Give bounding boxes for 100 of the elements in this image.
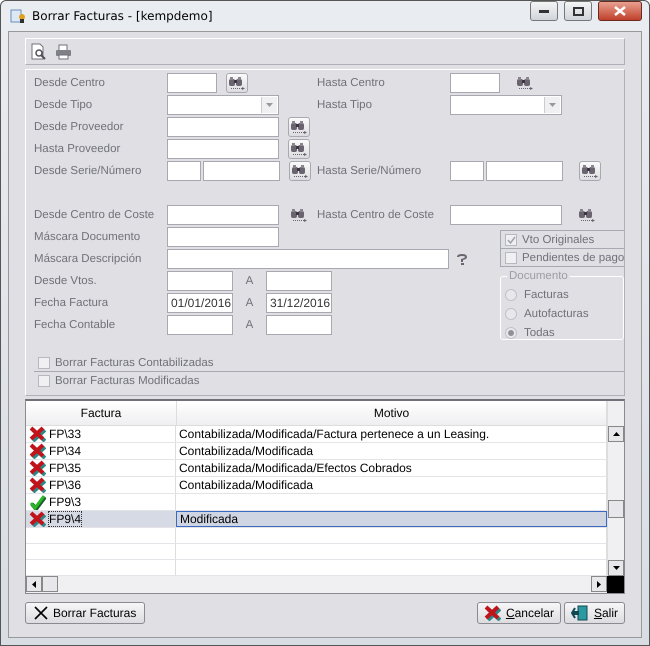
checkbox[interactable] <box>505 234 517 246</box>
cross-icon <box>29 510 46 527</box>
exit-button[interactable]: Salir <box>564 602 625 624</box>
date-field[interactable] <box>266 315 332 335</box>
input-field[interactable] <box>167 117 279 137</box>
scrollbar-thumb[interactable] <box>608 500 624 518</box>
invoice-number: FP\36 <box>49 478 82 492</box>
checkbox[interactable] <box>38 356 50 368</box>
input-field[interactable] <box>167 249 449 269</box>
check-icon <box>29 494 46 510</box>
field-label: Hasta Serie/Número <box>317 165 422 177</box>
checkbox[interactable] <box>505 252 517 264</box>
range-label: A <box>244 319 254 331</box>
dropdown[interactable] <box>450 95 562 115</box>
window-title: Borrar Facturas - [kempdemo] <box>32 9 212 23</box>
binoculars-icon <box>581 164 599 178</box>
date-field[interactable]: 01/01/2016 <box>167 293 233 313</box>
cross-icon <box>29 426 46 442</box>
close-button[interactable] <box>598 1 642 21</box>
invoice-number: FP\35 <box>49 460 82 475</box>
field-label: Desde Tipo <box>34 99 94 111</box>
checkbox-label: Borrar Facturas Contabilizadas <box>55 356 214 368</box>
caret-icon <box>549 103 556 107</box>
field-label: Máscara Descripción <box>34 253 142 265</box>
app-icon <box>10 8 26 24</box>
table-cell: Modificada <box>176 510 607 527</box>
binoculars-icon <box>578 208 596 222</box>
binoculars-icon <box>290 208 308 222</box>
checkbox-label: Vto Originales <box>522 234 594 246</box>
binoculars-icon <box>228 76 246 90</box>
column-header[interactable]: Factura <box>26 401 177 425</box>
lookup-button[interactable] <box>288 139 310 159</box>
maximize-button[interactable] <box>564 1 592 21</box>
invoice-number: FP9\3 <box>49 494 82 509</box>
maximize-icon <box>572 6 584 16</box>
series-field[interactable] <box>450 161 484 181</box>
input-field[interactable] <box>167 227 279 247</box>
field-label: Desde Serie/Número <box>34 165 142 177</box>
invoice-number: FP\33 <box>49 426 82 441</box>
horizontal-scrollbar[interactable] <box>26 576 607 593</box>
checkbox[interactable] <box>38 374 50 386</box>
input-field[interactable] <box>167 139 279 159</box>
minimize-icon <box>539 10 549 12</box>
size-grip <box>607 576 624 593</box>
field-label: Desde Vtos. <box>34 275 98 287</box>
delete-button[interactable]: Borrar Facturas <box>25 602 146 624</box>
range-label: A <box>244 297 254 309</box>
minimize-button[interactable] <box>530 1 558 21</box>
binoculars-icon <box>290 120 308 134</box>
number-field[interactable] <box>203 161 280 181</box>
radio-button[interactable] <box>505 326 517 338</box>
field-label: Máscara Documento <box>34 231 142 243</box>
radio-label: Facturas <box>524 288 569 300</box>
lookup-button[interactable] <box>289 161 311 181</box>
cross-icon <box>29 442 46 459</box>
lookup-button[interactable] <box>226 73 248 93</box>
field-label: Desde Centro de Coste <box>34 209 156 221</box>
radio-button[interactable] <box>505 288 517 300</box>
close-icon <box>614 6 626 16</box>
number-field[interactable] <box>486 161 563 181</box>
binoculars-icon <box>291 164 309 178</box>
left-arrow-icon <box>32 580 36 588</box>
date-field[interactable]: 31/12/2016 <box>266 293 332 313</box>
lookup-button[interactable] <box>579 161 601 181</box>
checkbox-label: Pendientes de pago <box>522 252 624 264</box>
date-field[interactable] <box>167 315 233 335</box>
series-field[interactable] <box>167 161 201 181</box>
input-field[interactable] <box>167 205 279 225</box>
up-arrow-icon <box>612 432 620 436</box>
radio-label: Todas <box>524 326 555 338</box>
caret-icon <box>266 103 273 107</box>
date-field[interactable] <box>266 271 332 291</box>
radio-label: Autofacturas <box>524 308 589 320</box>
invoice-number: FP9\4 <box>49 512 82 526</box>
printer-icon[interactable] <box>55 44 72 60</box>
check-icon <box>506 236 516 244</box>
date-field[interactable] <box>167 271 233 291</box>
question-icon[interactable] <box>455 253 469 265</box>
field-label: Hasta Tipo <box>317 99 373 111</box>
field-label: Hasta Centro de Coste <box>317 209 435 221</box>
checkbox-label: Borrar Facturas Modificadas <box>55 374 200 386</box>
vertical-scrollbar[interactable] <box>607 401 624 576</box>
radio-button[interactable] <box>505 308 517 320</box>
lookup-button[interactable] <box>288 117 310 137</box>
cancel-button[interactable]: Cancelar <box>476 602 561 624</box>
scrollbar-thumb[interactable] <box>42 576 58 592</box>
field-label: Fecha Contable <box>34 319 116 331</box>
field-label: Hasta Centro <box>317 77 386 89</box>
field-label: Hasta Proveedor <box>34 143 122 155</box>
field-label: Desde Centro <box>34 77 106 89</box>
input-field[interactable] <box>450 205 562 225</box>
down-arrow-icon <box>612 566 620 570</box>
door-icon <box>570 605 589 621</box>
binoculars-icon <box>290 142 308 156</box>
field-label: Fecha Factura <box>34 297 110 309</box>
cross-icon <box>29 460 46 476</box>
preview-icon[interactable] <box>30 43 47 60</box>
input-field[interactable] <box>450 73 500 93</box>
cross-icon <box>29 476 46 493</box>
input-field[interactable] <box>167 73 217 93</box>
